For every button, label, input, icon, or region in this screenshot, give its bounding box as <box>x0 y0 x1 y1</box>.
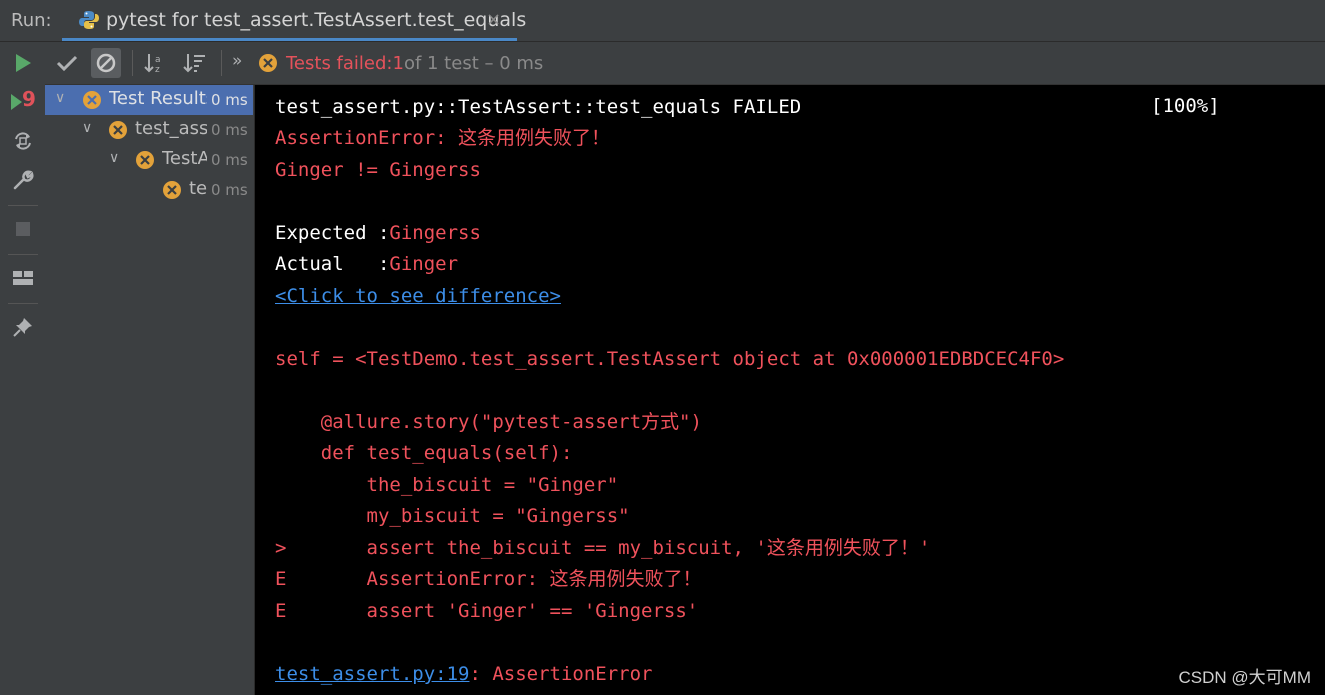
status-failed-count: 1 <box>392 52 404 74</box>
layout-button[interactable] <box>10 265 36 291</box>
divider <box>8 254 38 255</box>
failed-count-badge: 9 <box>22 87 36 111</box>
show-passed-button[interactable] <box>52 48 82 78</box>
tree-item-label: TestA <box>162 148 207 169</box>
divider <box>8 303 38 304</box>
console-line-self: self = <TestDemo.test_assert.TestAssert … <box>275 348 1065 370</box>
stop-icon <box>16 222 30 236</box>
pin-tab-button[interactable] <box>10 314 36 340</box>
rerun-button[interactable] <box>10 50 36 76</box>
console-line-code: E AssertionError: 这条用例失败了！ <box>275 568 702 590</box>
divider <box>8 205 38 206</box>
pin-icon <box>13 318 32 337</box>
console-line-code: @allure.story("pytest-assert方式") <box>275 411 702 433</box>
tree-item-label: te <box>189 178 208 199</box>
tree-item-time: 0 ms <box>211 121 248 139</box>
console-line-diff: <Click to see difference> <box>275 284 561 308</box>
settings-button[interactable] <box>10 167 36 193</box>
actual-label: Actual : <box>275 253 390 275</box>
rerun-failed-button[interactable]: 9 <box>10 87 36 115</box>
tree-item-module[interactable]: ∨ test_asse 0 ms <box>45 115 253 145</box>
console-line-code: E assert 'Ginger' == 'Gingerss' <box>275 600 699 622</box>
tree-item-test-results[interactable]: ∨ Test Results 0 ms <box>45 85 253 115</box>
tree-item-time: 0 ms <box>211 151 248 169</box>
failed-icon <box>163 181 181 199</box>
play-icon <box>16 54 31 72</box>
console-line-footer: test_assert.py:19: AssertionError <box>275 662 653 686</box>
source-location-link[interactable]: test_assert.py:19 <box>275 663 469 685</box>
wrench-icon <box>13 170 34 190</box>
stop-button[interactable] <box>10 216 36 242</box>
chevron-down-icon[interactable]: ∨ <box>55 90 65 106</box>
check-icon <box>56 55 78 72</box>
console-line-result: test_assert.py::TestAssert::test_equals … <box>275 96 802 118</box>
test-runner-toolbar: a z » Tests failed: 1 of 1 test – 0 ms <box>45 42 1325 85</box>
tree-item-label: Test Results <box>109 88 207 109</box>
sort-alpha-icon: a z <box>144 54 161 74</box>
svg-text:z: z <box>155 65 160 74</box>
console-line-error: AssertionError: 这条用例失败了！ <box>275 127 611 149</box>
ignored-icon <box>96 53 116 73</box>
failed-icon <box>109 121 127 139</box>
sort-by-duration-button[interactable] <box>180 48 210 78</box>
expected-label: Expected : <box>275 222 390 244</box>
svg-text:a: a <box>155 55 161 65</box>
console-line-code: the_biscuit = "Ginger" <box>275 474 619 496</box>
show-ignored-button[interactable] <box>91 48 121 78</box>
auto-test-icon <box>15 132 31 150</box>
tree-item-time: 0 ms <box>211 91 248 109</box>
run-side-toolbar: 9 <box>0 42 46 695</box>
tree-item-label: test_asse <box>135 118 207 139</box>
console-output[interactable]: test_assert.py::TestAssert::test_equals … <box>254 85 1325 695</box>
see-difference-link[interactable]: <Click to see difference> <box>275 285 561 307</box>
console-line-mismatch: Ginger != Gingerss <box>275 159 481 181</box>
failed-icon <box>136 151 154 169</box>
console-line-code: def test_equals(self): <box>275 442 573 464</box>
tree-item-time: 0 ms <box>211 181 248 199</box>
tree-item-test[interactable]: te 0 ms <box>45 175 253 205</box>
failed-icon <box>83 91 101 109</box>
failed-icon <box>259 54 277 72</box>
test-status: Tests failed: 1 of 1 test – 0 ms <box>258 50 543 76</box>
status-summary: of 1 test – 0 ms <box>403 52 544 74</box>
console-line-actual: Actual :Ginger <box>275 252 458 276</box>
python-icon <box>79 11 99 29</box>
tab-pytest-run[interactable]: pytest for test_assert.TestAssert.test_e… <box>62 0 526 41</box>
expected-value: Gingerss <box>389 222 481 244</box>
chevron-down-icon[interactable]: ∨ <box>109 150 119 166</box>
divider <box>221 50 222 76</box>
divider <box>132 50 133 76</box>
sort-alphabetically-button[interactable]: a z <box>141 48 171 78</box>
footer-error: : AssertionError <box>469 663 653 685</box>
actual-value: Ginger <box>389 253 459 275</box>
tree-item-class[interactable]: ∨ TestA 0 ms <box>45 145 253 175</box>
more-actions-icon[interactable]: » <box>232 51 242 71</box>
layout-icon <box>13 271 33 285</box>
console-line-expected: Expected :Gingerss <box>275 221 481 245</box>
toggle-auto-test-button[interactable] <box>10 128 36 154</box>
console-line-code: my_biscuit = "Gingerss" <box>275 505 630 527</box>
console-line-code: > assert the_biscuit == my_biscuit, '这条用… <box>275 537 931 559</box>
run-label: Run: <box>11 10 52 31</box>
chevron-down-icon[interactable]: ∨ <box>82 120 92 136</box>
progress-percent: [100%] <box>1151 95 1220 117</box>
test-results-tree: ∨ Test Results 0 ms ∨ test_asse 0 ms ∨ T… <box>45 85 253 695</box>
watermark: CSDN @大可MM <box>1178 668 1311 687</box>
tab-title: pytest for test_assert.TestAssert.test_e… <box>106 9 527 31</box>
run-tool-window-header: Run: pytest for test_assert.TestAssert.t… <box>0 0 1325 42</box>
status-failed-text: Tests failed: <box>286 52 393 74</box>
sort-duration-icon <box>183 54 205 73</box>
close-tab-icon[interactable]: × <box>486 9 501 30</box>
